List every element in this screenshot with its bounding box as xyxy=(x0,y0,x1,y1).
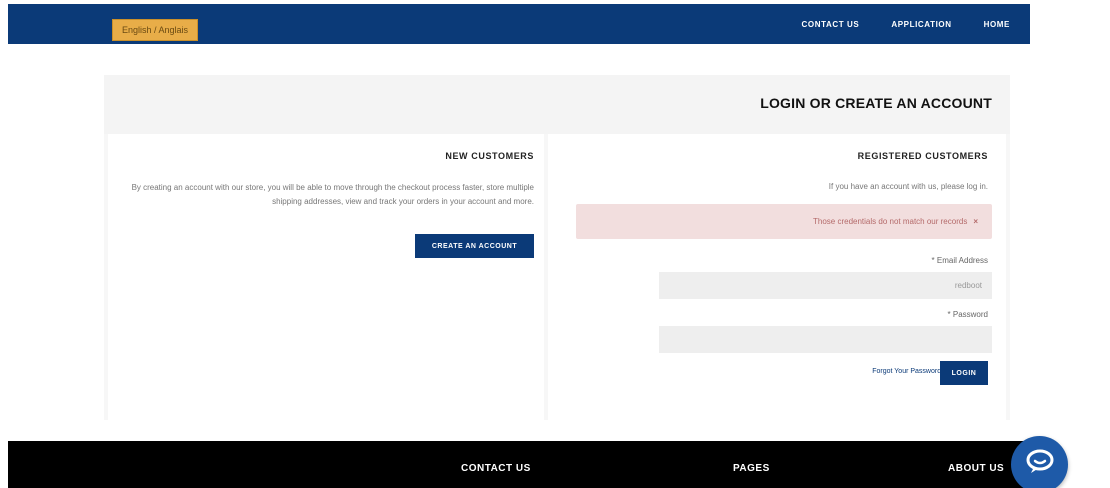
page-title: LOGIN OR CREATE AN ACCOUNT xyxy=(760,95,992,111)
new-customers-title: NEW CUSTOMERS xyxy=(445,151,534,161)
password-label: * Password xyxy=(947,310,988,319)
language-switch-button[interactable]: English / Anglais xyxy=(112,19,198,41)
footer-pages[interactable]: PAGES xyxy=(733,463,770,474)
nav-contact-us[interactable]: CONTACT US xyxy=(802,20,860,29)
main-nav: CONTACT US APPLICATION HOME xyxy=(802,4,1011,44)
account-panels: NEW CUSTOMERS By creating an account wit… xyxy=(104,134,1010,420)
error-text: Those credentials do not match our recor… xyxy=(813,217,968,226)
new-customers-panel: NEW CUSTOMERS By creating an account wit… xyxy=(108,134,544,420)
page-heading-band: LOGIN OR CREATE AN ACCOUNT xyxy=(104,75,1010,134)
registered-customers-panel: REGISTERED CUSTOMERS If you have an acco… xyxy=(548,134,1006,420)
registered-customers-title: REGISTERED CUSTOMERS xyxy=(857,151,988,161)
nav-application[interactable]: APPLICATION xyxy=(891,20,951,29)
forgot-password-link[interactable]: Forgot Your Password? xyxy=(872,368,945,375)
chat-button[interactable] xyxy=(1011,436,1068,488)
password-field[interactable] xyxy=(659,326,992,353)
footer-contact-us[interactable]: CONTACT US xyxy=(461,463,531,474)
error-message: Those credentials do not match our recor… xyxy=(576,204,992,239)
top-navigation-bar: English / Anglais CONTACT US APPLICATION… xyxy=(8,4,1030,44)
login-hint: If you have an account with us, please l… xyxy=(828,182,988,191)
email-field[interactable] xyxy=(659,272,992,299)
chat-icon xyxy=(1025,449,1055,480)
email-label: * Email Address xyxy=(931,256,988,265)
nav-home[interactable]: HOME xyxy=(984,20,1010,29)
new-customers-description: By creating an account with our store, y… xyxy=(131,183,534,206)
login-button[interactable]: LOGIN xyxy=(940,361,988,385)
close-icon[interactable]: × xyxy=(973,217,978,226)
footer: CONTACT US PAGES ABOUT US xyxy=(8,441,1030,488)
create-account-button[interactable]: CREATE AN ACCOUNT xyxy=(415,234,534,258)
footer-about-us[interactable]: ABOUT US xyxy=(948,463,1004,474)
